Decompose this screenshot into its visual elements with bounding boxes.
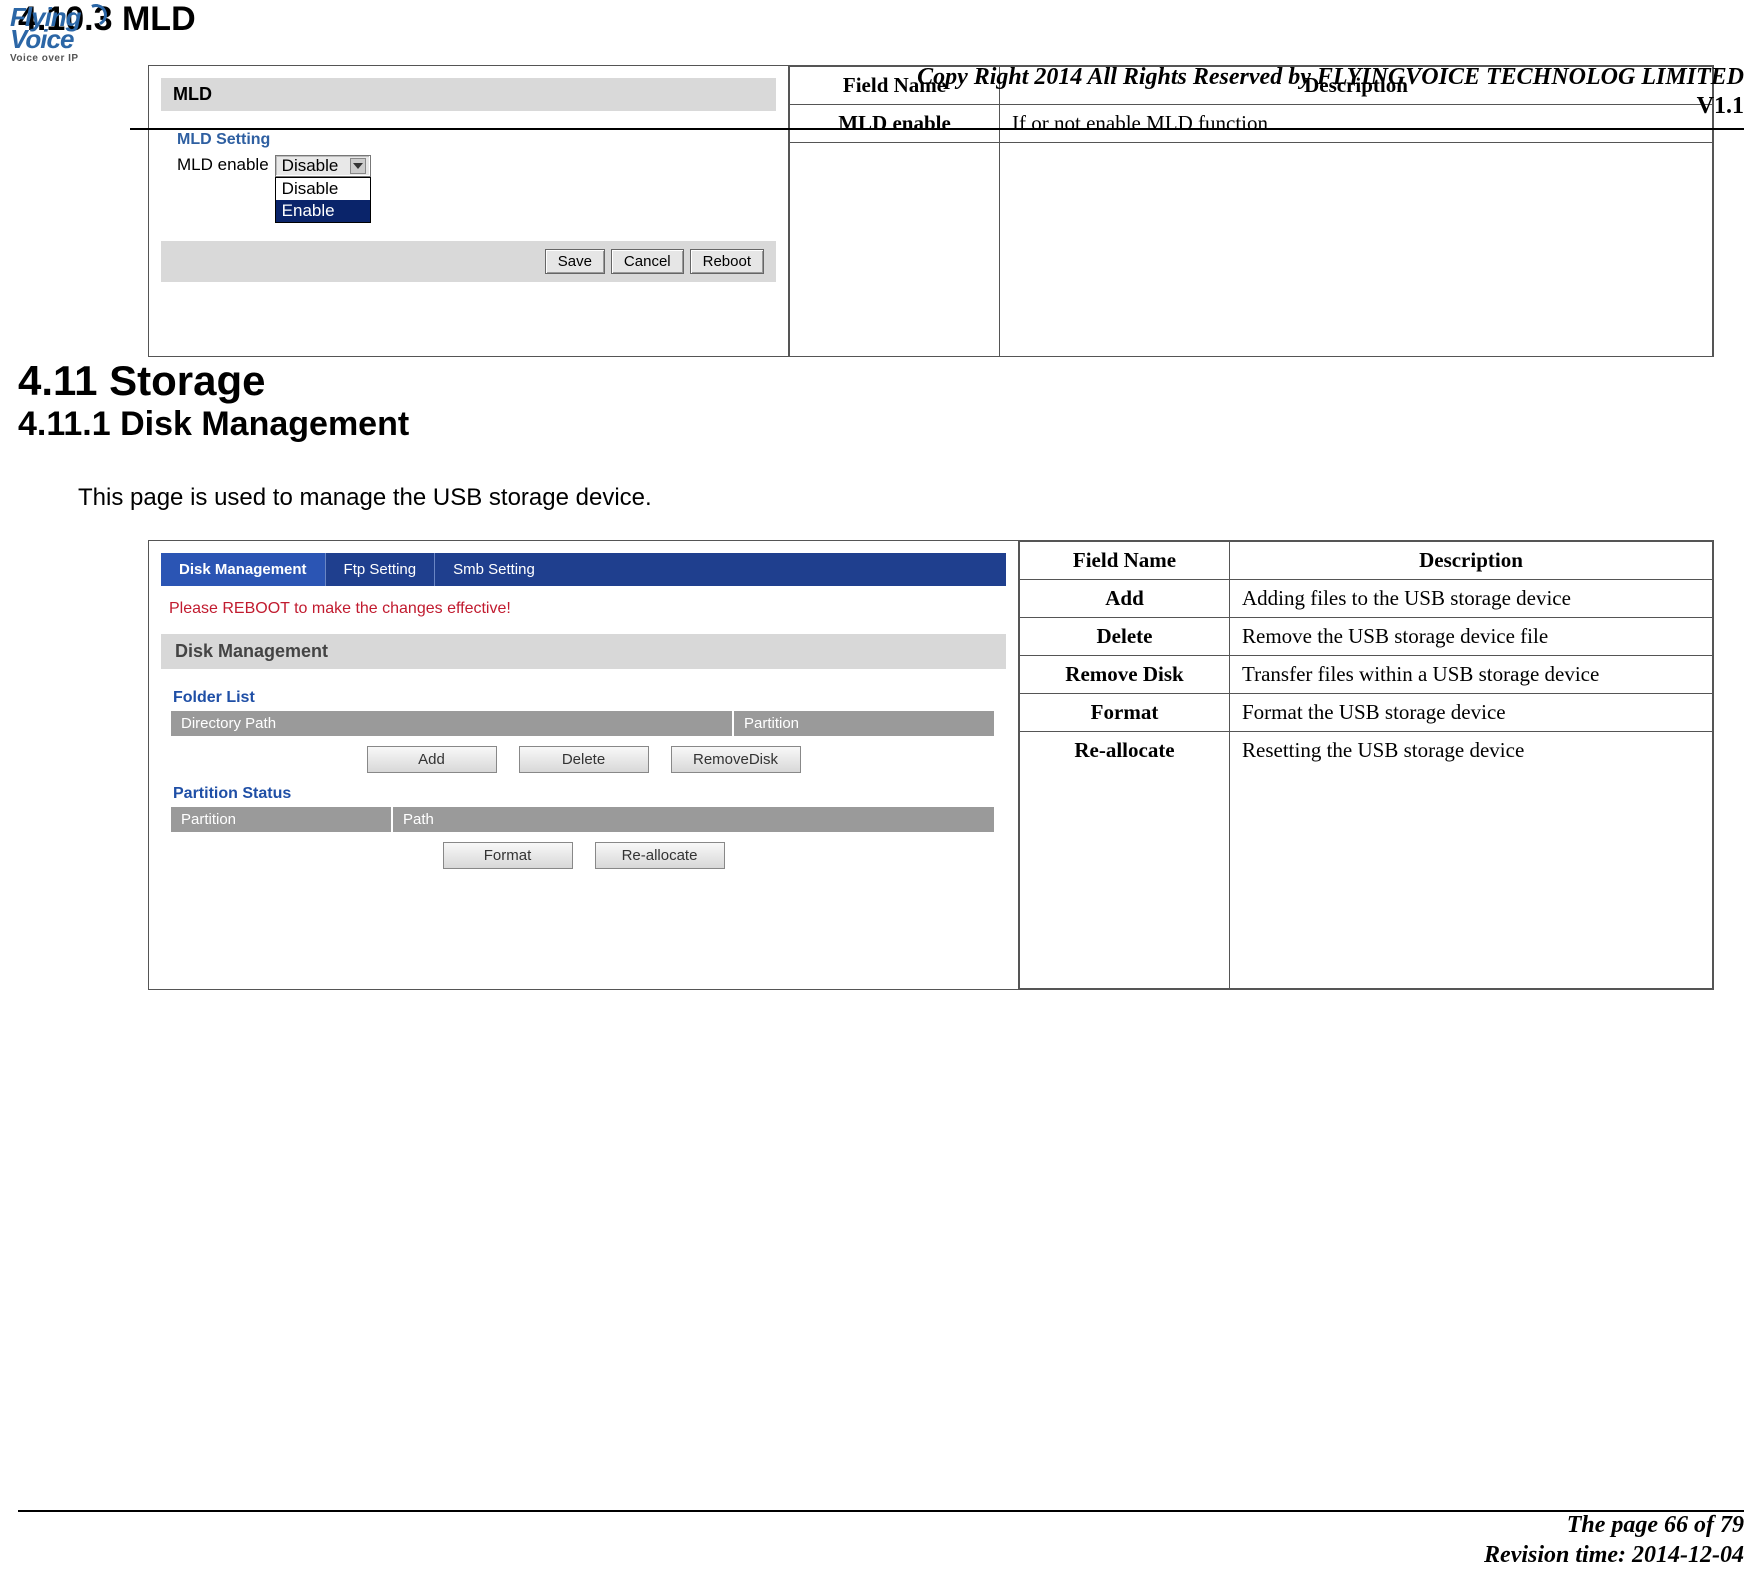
partition-status-title: Partition Status [173, 785, 996, 803]
disk-desc-format: Format the USB storage device [1230, 694, 1713, 732]
disk-th-desc: Description [1230, 542, 1713, 580]
chevron-down-icon [350, 158, 366, 174]
mld-title-bar: MLD [161, 78, 776, 111]
reboot-warning: Please REBOOT to make the changes effect… [161, 586, 1006, 634]
heading-4-10-3: 4.10.3 MLD [18, 0, 1744, 39]
tab-ftp-setting[interactable]: Ftp Setting [325, 553, 435, 586]
delete-button[interactable]: Delete [519, 746, 649, 773]
disk-desc-add: Adding files to the USB storage device [1230, 580, 1713, 618]
disk-field-add: Add [1020, 580, 1230, 618]
header-rule [130, 128, 1744, 130]
disk-field-realloc: Re-allocate [1020, 732, 1230, 989]
tab-disk-management[interactable]: Disk Management [161, 553, 325, 586]
page-number: The page 66 of 79 [1484, 1510, 1744, 1540]
logo-tagline: Voice over IP [10, 54, 107, 64]
disk-tabs: Disk Management Ftp Setting Smb Setting [161, 553, 1006, 586]
cancel-button[interactable]: Cancel [611, 249, 684, 274]
mld-enable-dropdown: Disable Enable [275, 177, 371, 223]
mld-setting-title: MLD Setting [177, 131, 776, 149]
col-partition: Partition [734, 711, 994, 736]
reboot-button[interactable]: Reboot [690, 249, 764, 274]
heading-4-11: 4.11 Storage [18, 357, 1744, 405]
mld-enable-select[interactable]: Disable [275, 155, 371, 177]
disk-desc-realloc: Resetting the USB storage device [1230, 732, 1713, 989]
disk-panel-title: Disk Management [161, 634, 1006, 669]
reallocate-button[interactable]: Re-allocate [595, 842, 725, 869]
mld-enable-value: Disable [282, 156, 339, 176]
col-path: Path [393, 807, 994, 832]
version-text: V1.1 [917, 93, 1744, 120]
remove-disk-button[interactable]: RemoveDisk [671, 746, 801, 773]
format-button[interactable]: Format [443, 842, 573, 869]
disk-intro-text: This page is used to manage the USB stor… [78, 484, 1744, 512]
disk-field-delete: Delete [1020, 618, 1230, 656]
disk-screenshot: Disk Management Ftp Setting Smb Setting … [148, 540, 1018, 990]
disk-th-field: Field Name [1020, 542, 1230, 580]
mld-option-enable[interactable]: Enable [276, 200, 370, 222]
footer: The page 66 of 79 Revision time: 2014-12… [1484, 1510, 1744, 1570]
wifi-arc-icon [81, 1, 109, 29]
revision-time: Revision time: 2014-12-04 [1484, 1540, 1744, 1570]
copyright-text: Copy Right 2014 All Rights Reserved by F… [917, 64, 1744, 91]
brand-logo: Flying Voice Voice over IP [10, 4, 107, 64]
disk-field-remove: Remove Disk [1020, 656, 1230, 694]
col-directory-path: Directory Path [171, 711, 732, 736]
mld-option-disable[interactable]: Disable [276, 178, 370, 200]
tab-smb-setting[interactable]: Smb Setting [434, 553, 553, 586]
add-button[interactable]: Add [367, 746, 497, 773]
mld-enable-label: MLD enable [177, 155, 269, 175]
disk-desc-remove: Transfer files within a USB storage devi… [1230, 656, 1713, 694]
heading-4-11-1: 4.11.1 Disk Management [18, 405, 1744, 444]
disk-desc-delete: Remove the USB storage device file [1230, 618, 1713, 656]
disk-desc-table: Field Name Description AddAdding files t… [1018, 540, 1714, 990]
header-right: Copy Right 2014 All Rights Reserved by F… [917, 64, 1744, 120]
col-partition-2: Partition [171, 807, 391, 832]
disk-field-format: Format [1020, 694, 1230, 732]
folder-list-title: Folder List [173, 689, 996, 707]
save-button[interactable]: Save [545, 249, 605, 274]
mld-screenshot: MLD MLD Setting MLD enable Disable Disab… [148, 65, 788, 357]
